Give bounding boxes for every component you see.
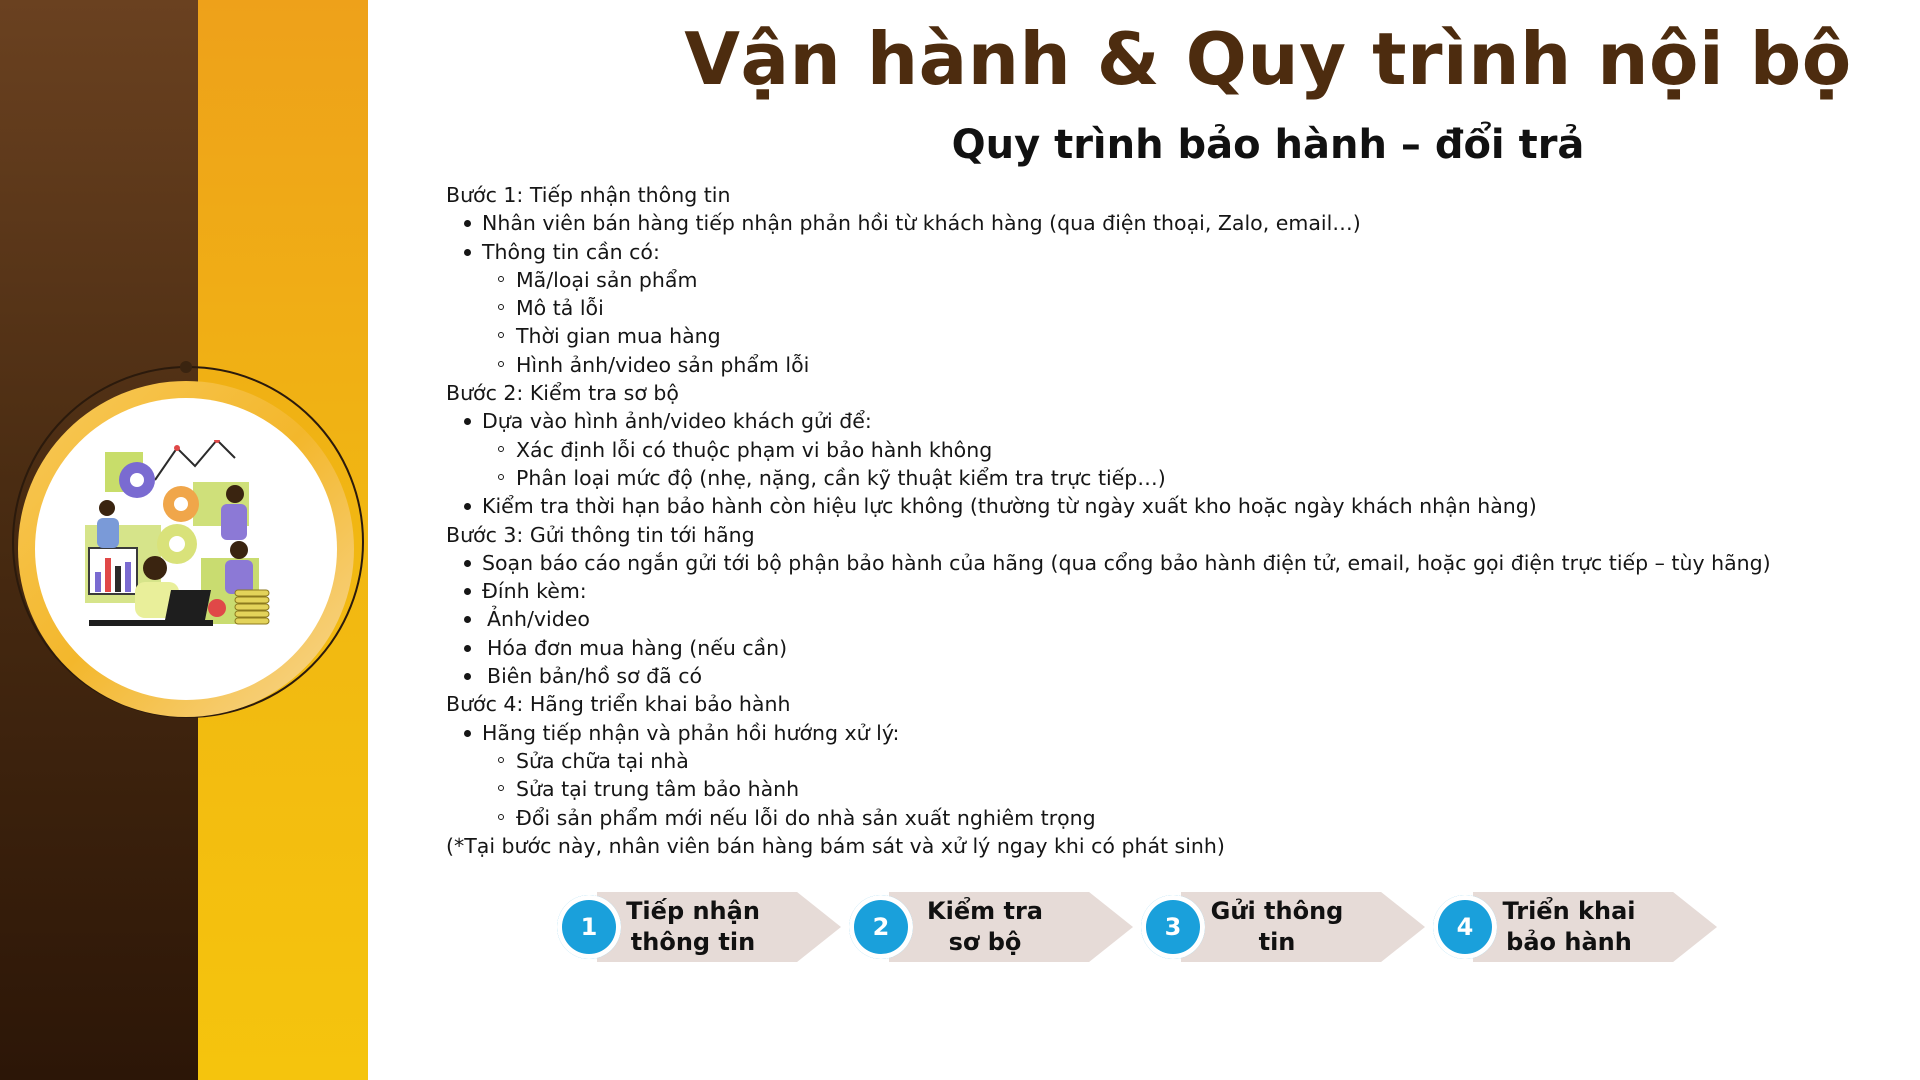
step-heading: Bước 1: Tiếp nhận thông tin bbox=[446, 183, 731, 207]
step-label: Tiếp nhận thông tin bbox=[619, 892, 767, 962]
bullet-item: Nhân viên bán hàng tiếp nhận phản hồi từ… bbox=[446, 209, 1886, 237]
sub-bullet-item: Sửa chữa tại nhà bbox=[446, 747, 1886, 775]
procedure-content: Bước 1: Tiếp nhận thông tin Nhân viên bá… bbox=[446, 181, 1886, 860]
step-heading: Bước 4: Hãng triển khai bảo hành bbox=[446, 692, 791, 717]
page-subtitle: Quy trình bảo hành – đổi trả bbox=[951, 122, 1585, 168]
step-label: Triển khai bảo hành bbox=[1495, 892, 1643, 962]
page-title: Vận hành & Quy trình nội bộ bbox=[684, 17, 1852, 101]
step-label-line2: sơ bộ bbox=[948, 928, 1022, 956]
bullet-item: Ảnh/video bbox=[446, 605, 1886, 633]
bullet-item: Soạn báo cáo ngắn gửi tới bộ phận bảo hà… bbox=[446, 549, 1886, 577]
step-label-line2: tin bbox=[1258, 928, 1296, 956]
sub-bullet-item: Thời gian mua hàng bbox=[446, 322, 1886, 350]
step-number-badge: 2 bbox=[849, 895, 913, 959]
bullet-item: Đính kèm: bbox=[446, 577, 1886, 605]
process-step-3: Gửi thông tin 3 bbox=[1141, 892, 1425, 962]
process-step-2: Kiểm tra sơ bộ 2 bbox=[849, 892, 1133, 962]
footnote: (*Tại bước này, nhân viên bán hàng bám s… bbox=[446, 833, 1225, 858]
bullet-item: Thông tin cần có: bbox=[446, 238, 1886, 266]
bullet-item: Hãng tiếp nhận và phản hồi hướng xử lý: bbox=[446, 719, 1886, 747]
sub-bullet-item: Hình ảnh/video sản phẩm lỗi bbox=[446, 351, 1886, 379]
bullet-item: Biên bản/hồ sơ đã có bbox=[446, 662, 1886, 690]
step-heading: Bước 3: Gửi thông tin tới hãng bbox=[446, 522, 755, 547]
step-label-line1: Triển khai bbox=[1502, 897, 1636, 925]
team-analytics-illustration-icon bbox=[85, 440, 270, 626]
step-label: Gửi thông tin bbox=[1203, 892, 1351, 962]
sub-bullet-item: Xác định lỗi có thuộc phạm vi bảo hành k… bbox=[446, 436, 1886, 464]
process-step-4: Triển khai bảo hành 4 bbox=[1433, 892, 1717, 962]
step-label-line1: Gửi thông bbox=[1210, 897, 1344, 925]
step-label-line2: bảo hành bbox=[1506, 928, 1632, 956]
bullet-item: Kiểm tra thời hạn bảo hành còn hiệu lực … bbox=[446, 492, 1886, 520]
step-number-badge: 3 bbox=[1141, 895, 1205, 959]
sub-bullet-item: Mã/loại sản phẩm bbox=[446, 266, 1886, 294]
sub-bullet-item: Phân loại mức độ (nhẹ, nặng, cần kỹ thuậ… bbox=[446, 464, 1886, 492]
bullet-item: Hóa đơn mua hàng (nếu cần) bbox=[446, 634, 1886, 662]
step-number-badge: 1 bbox=[557, 895, 621, 959]
step-label-line2: thông tin bbox=[630, 928, 756, 956]
step-label: Kiểm tra sơ bộ bbox=[911, 892, 1059, 962]
step-label-line1: Kiểm tra bbox=[927, 897, 1043, 925]
sub-bullet-item: Đổi sản phẩm mới nếu lỗi do nhà sản xuất… bbox=[446, 804, 1886, 832]
sub-bullet-item: Sửa tại trung tâm bảo hành bbox=[446, 775, 1886, 803]
step-heading: Bước 2: Kiểm tra sơ bộ bbox=[446, 381, 679, 406]
step-label-line1: Tiếp nhận bbox=[626, 897, 760, 925]
bullet-item: Dựa vào hình ảnh/video khách gửi để: bbox=[446, 407, 1886, 435]
circle-outline-dot bbox=[180, 361, 192, 373]
process-step-1: Tiếp nhận thông tin 1 bbox=[557, 892, 841, 962]
step-number-badge: 4 bbox=[1433, 895, 1497, 959]
sub-bullet-item: Mô tả lỗi bbox=[446, 294, 1886, 322]
